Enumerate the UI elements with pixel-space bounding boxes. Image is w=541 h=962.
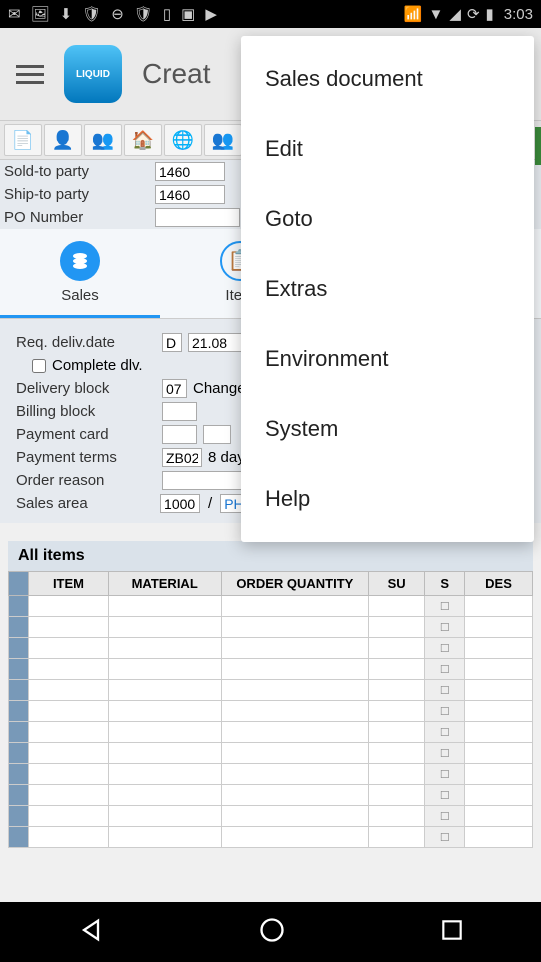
menu-button[interactable] bbox=[16, 65, 44, 84]
items-section-title: All items bbox=[8, 541, 533, 571]
billing-block-label: Billing block bbox=[16, 403, 156, 420]
android-status-bar: ✉ 🖼 ⬇ 🛡 ⊖ 🛡 ▯ ▣ ▶ 📶 ▼ ◢ ⟳ ▮ 3:03 bbox=[0, 0, 541, 28]
th-s: S bbox=[425, 572, 465, 596]
shield-icon: 🛡 bbox=[82, 5, 101, 23]
table-row[interactable]: ☐ bbox=[9, 764, 533, 785]
th-item: ITEM bbox=[29, 572, 108, 596]
payment-card-label: Payment card bbox=[16, 426, 156, 443]
tab-sales-label: Sales bbox=[61, 287, 99, 304]
app-logo: LIQUID bbox=[64, 45, 122, 103]
sales-area-label: Sales area bbox=[16, 495, 154, 512]
th-material: MATERIAL bbox=[108, 572, 221, 596]
payment-card-input-1[interactable] bbox=[162, 425, 197, 444]
sold-to-input[interactable] bbox=[155, 162, 225, 181]
table-row[interactable]: ☐ bbox=[9, 617, 533, 638]
th-des: DES bbox=[465, 572, 533, 596]
toolbar-btn-4[interactable]: 🏠 bbox=[124, 124, 162, 156]
minus-icon: ⊖ bbox=[111, 5, 124, 23]
req-deliv-label: Req. deliv.date bbox=[16, 334, 156, 351]
table-row[interactable]: ☐ bbox=[9, 785, 533, 806]
toolbar-btn-6[interactable]: 👥 bbox=[204, 124, 242, 156]
table-row[interactable]: ☐ bbox=[9, 806, 533, 827]
back-button[interactable] bbox=[77, 916, 105, 949]
recent-button[interactable] bbox=[439, 917, 465, 948]
play-icon: ▶ bbox=[205, 5, 217, 23]
home-button[interactable] bbox=[258, 916, 286, 949]
table-row[interactable]: ☐ bbox=[9, 638, 533, 659]
req-deliv-date-input[interactable] bbox=[188, 333, 243, 352]
table-row[interactable]: ☐ bbox=[9, 827, 533, 848]
th-su: SU bbox=[368, 572, 425, 596]
image-icon: 🖼 bbox=[31, 5, 50, 23]
delivery-block-code-input[interactable] bbox=[162, 379, 187, 398]
battery-level-icon: ▮ bbox=[486, 5, 494, 23]
table-row[interactable]: ☐ bbox=[9, 659, 533, 680]
sales-area-input-1[interactable] bbox=[160, 494, 200, 513]
toolbar-btn-2[interactable]: 👤 bbox=[44, 124, 82, 156]
toolbar-btn-3[interactable]: 👥 bbox=[84, 124, 122, 156]
menu-item-goto[interactable]: Goto bbox=[241, 184, 534, 254]
menu-item-environment[interactable]: Environment bbox=[241, 324, 534, 394]
delivery-block-label: Delivery block bbox=[16, 380, 156, 397]
po-input[interactable] bbox=[155, 208, 240, 227]
shield2-icon: 🛡 bbox=[134, 5, 153, 23]
po-label: PO Number bbox=[0, 209, 155, 226]
payment-card-input-2[interactable] bbox=[203, 425, 231, 444]
table-row[interactable]: ☐ bbox=[9, 743, 533, 764]
menu-item-sales-document[interactable]: Sales document bbox=[241, 44, 534, 114]
signal-icon: 📶 bbox=[404, 5, 423, 23]
ship-to-label: Ship-to party bbox=[0, 186, 155, 203]
th-qty: ORDER QUANTITY bbox=[221, 572, 368, 596]
green-indicator bbox=[535, 127, 541, 165]
table-row[interactable]: ☐ bbox=[9, 701, 533, 722]
tab-sales[interactable]: Sales bbox=[0, 229, 160, 318]
toolbar-btn-5[interactable]: 🌐 bbox=[164, 124, 202, 156]
coins-icon bbox=[60, 241, 100, 281]
complete-dlv-label: Complete dlv. bbox=[52, 357, 143, 374]
wifi-icon: ▼ bbox=[429, 6, 444, 23]
menu-item-extras[interactable]: Extras bbox=[241, 254, 534, 324]
sold-to-label: Sold-to party bbox=[0, 163, 155, 180]
toolbar-btn-1[interactable]: 📄 bbox=[4, 124, 42, 156]
android-nav-bar bbox=[0, 902, 541, 962]
payment-terms-text: 8 day bbox=[208, 449, 245, 466]
payment-terms-label: Payment terms bbox=[16, 449, 156, 466]
complete-dlv-checkbox[interactable] bbox=[32, 359, 46, 373]
page-title: Creat bbox=[142, 58, 210, 90]
sync-icon: ⟳ bbox=[467, 5, 480, 23]
table-row[interactable]: ☐ bbox=[9, 722, 533, 743]
status-time: 3:03 bbox=[504, 6, 533, 23]
order-reason-input[interactable] bbox=[162, 471, 242, 490]
items-table: ITEM MATERIAL ORDER QUANTITY SU S DES ☐☐… bbox=[8, 571, 533, 848]
mail-icon: ✉ bbox=[8, 5, 21, 23]
cell-icon: ◢ bbox=[449, 5, 461, 23]
table-header-row: ITEM MATERIAL ORDER QUANTITY SU S DES bbox=[9, 572, 533, 596]
menu-item-system[interactable]: System bbox=[241, 394, 534, 464]
dropdown-menu: Sales document Edit Goto Extras Environm… bbox=[241, 36, 534, 542]
table-row[interactable]: ☐ bbox=[9, 596, 533, 617]
th-corner bbox=[9, 572, 29, 596]
order-reason-label: Order reason bbox=[16, 472, 156, 489]
req-deliv-type-input[interactable] bbox=[162, 333, 182, 352]
box-icon: ▣ bbox=[181, 5, 195, 23]
items-section: All items ITEM MATERIAL ORDER QUANTITY S… bbox=[0, 541, 541, 848]
table-row[interactable]: ☐ bbox=[9, 680, 533, 701]
download-icon: ⬇ bbox=[60, 5, 73, 23]
menu-item-edit[interactable]: Edit bbox=[241, 114, 534, 184]
ship-to-input[interactable] bbox=[155, 185, 225, 204]
battery-icon: ▯ bbox=[163, 5, 171, 23]
payment-terms-code-input[interactable] bbox=[162, 448, 202, 467]
billing-block-input[interactable] bbox=[162, 402, 197, 421]
menu-item-help[interactable]: Help bbox=[241, 464, 534, 534]
